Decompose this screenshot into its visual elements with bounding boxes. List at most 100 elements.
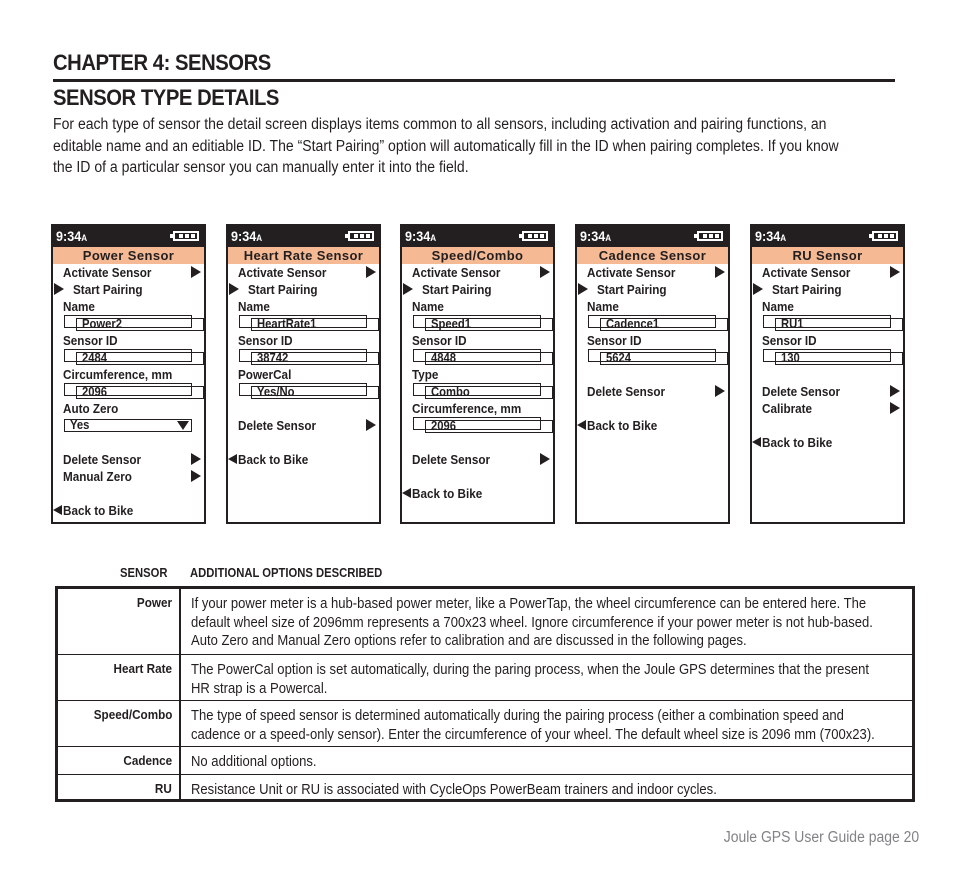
text-field[interactable]: 4848: [425, 352, 553, 365]
field-row: 5624: [588, 349, 728, 365]
field-label: Name: [752, 298, 903, 315]
table-header-sensor: SENSOR: [120, 566, 168, 580]
menu-item[interactable]: Delete Sensor: [752, 383, 903, 400]
back-to-bike-item[interactable]: Back to Bike: [577, 417, 728, 434]
start-pairing-item[interactable]: Start Pairing: [402, 281, 553, 298]
sensor-description: Resistance Unit or RU is associated with…: [191, 781, 911, 800]
text-field-value: Yes/No: [257, 385, 295, 399]
clock: 9:34A: [580, 228, 611, 244]
menu-item[interactable]: Delete Sensor: [402, 451, 553, 468]
text-field[interactable]: Power2: [76, 318, 204, 331]
field-label-text: Circumference, mm: [63, 367, 173, 382]
menu-item[interactable]: Activate Sensor: [577, 264, 728, 281]
field-label: Name: [577, 298, 728, 315]
battery-icon: [694, 231, 723, 241]
menu-item-label: Activate Sensor: [63, 265, 152, 280]
chevron-right-icon: [715, 266, 725, 278]
menu-item-label: Back to Bike: [587, 418, 658, 433]
text-field[interactable]: 130: [775, 352, 903, 365]
table-row: Heart Rate The PowerCal option is set aut…: [58, 654, 912, 701]
sensor-description: If your power meter is a hub-based power…: [191, 595, 911, 651]
screen-title: Cadence Sensor: [577, 247, 728, 264]
menu-item[interactable]: Manual Zero: [53, 468, 204, 485]
text-field[interactable]: RU1: [775, 318, 903, 331]
table-row: Power If your power meter is a hub-based …: [58, 589, 912, 654]
menu-item-label: Activate Sensor: [587, 265, 676, 280]
text-field[interactable]: Cadence1: [600, 318, 728, 331]
menu-item[interactable]: Activate Sensor: [752, 264, 903, 281]
text-field[interactable]: 5624: [600, 352, 728, 365]
menu-item-label: Activate Sensor: [412, 265, 501, 280]
text-field[interactable]: Combo: [425, 386, 553, 399]
menu-item-label: Delete Sensor: [238, 418, 317, 433]
field-label-text: Name: [412, 299, 444, 314]
start-pairing-item[interactable]: Start Pairing: [228, 281, 379, 298]
text-field-value: Speed1: [431, 317, 472, 331]
field-row: 2484: [64, 349, 204, 365]
text-field[interactable]: 2096: [425, 420, 553, 433]
description-line: Auto Zero and Manual Zero options refer …: [191, 633, 747, 649]
clock-ampm: A: [780, 233, 787, 243]
text-field[interactable]: 38742: [251, 352, 379, 365]
text-field[interactable]: Yes/No: [251, 386, 379, 399]
back-arrow-icon: [53, 505, 62, 515]
field-row: Yes/No: [239, 383, 379, 399]
menu-item[interactable]: Delete Sensor: [228, 417, 379, 434]
menu-item-label: Start Pairing: [422, 282, 492, 297]
menu-item-label: Delete Sensor: [762, 384, 841, 399]
field-label-text: Type: [412, 367, 439, 382]
selection-pointer-icon: [54, 283, 64, 295]
start-pairing-item[interactable]: Start Pairing: [53, 281, 204, 298]
back-to-bike-item[interactable]: Back to Bike: [752, 434, 903, 451]
menu-item-label: Back to Bike: [238, 452, 309, 467]
text-field[interactable]: 2096: [76, 386, 204, 399]
description-line: If your power meter is a hub-based power…: [191, 596, 867, 612]
field-label: Sensor ID: [53, 332, 204, 349]
description-line: No additional options.: [191, 754, 317, 770]
device-screen: 9:34A Heart Rate Sensor Activate Sensor Sta…: [226, 224, 381, 524]
back-to-bike-item[interactable]: Back to Bike: [228, 451, 379, 468]
menu-item[interactable]: Activate Sensor: [402, 264, 553, 281]
menu-item-label: Start Pairing: [73, 282, 143, 297]
back-to-bike-item[interactable]: Back to Bike: [402, 485, 553, 502]
menu-item[interactable]: Calibrate: [752, 400, 903, 417]
back-to-bike-item[interactable]: Back to Bike: [53, 502, 204, 519]
device-screen: 9:34A RU Sensor Activate Sensor Start Pairi…: [750, 224, 905, 524]
selection-pointer-icon: [578, 283, 588, 295]
start-pairing-item[interactable]: Start Pairing: [752, 281, 903, 298]
options-table: Power If your power meter is a hub-based …: [55, 586, 915, 802]
chevron-right-icon: [191, 470, 201, 482]
chevron-right-icon: [715, 385, 725, 397]
clock-time: 9:34: [56, 228, 82, 244]
field-label-text: Sensor ID: [238, 333, 293, 348]
text-field[interactable]: Speed1: [425, 318, 553, 331]
menu-item[interactable]: Delete Sensor: [577, 383, 728, 400]
field-label: Name: [228, 298, 379, 315]
menu-item[interactable]: Activate Sensor: [228, 264, 379, 281]
sensor-name: Cadence: [123, 753, 172, 768]
field-row: 38742: [239, 349, 379, 365]
sensor-description: The PowerCal option is set automatically…: [191, 661, 911, 698]
start-pairing-item[interactable]: Start Pairing: [577, 281, 728, 298]
chevron-right-icon: [191, 266, 201, 278]
text-field[interactable]: 2484: [76, 352, 204, 365]
page-footer: Joule GPS User Guide page 20: [723, 829, 919, 846]
status-bar: 9:34A: [228, 226, 379, 247]
field-label-text: PowerCal: [238, 367, 292, 382]
text-field[interactable]: HeartRate1: [251, 318, 379, 331]
menu-item[interactable]: Delete Sensor: [53, 451, 204, 468]
dropdown-select[interactable]: Yes: [64, 419, 192, 432]
back-arrow-icon: [752, 437, 761, 447]
field-label-text: Sensor ID: [412, 333, 467, 348]
menu-item[interactable]: Activate Sensor: [53, 264, 204, 281]
text-field-value: Power2: [82, 317, 123, 331]
sensor-name: Speed/Combo: [93, 707, 172, 722]
menu-item-label: Delete Sensor: [587, 384, 666, 399]
intro-line: the ID of a particular sensor you can ma…: [53, 159, 469, 176]
section-title: SENSOR TYPE DETAILS: [53, 85, 279, 110]
menu-item-label: Calibrate: [762, 401, 813, 416]
field-row: RU1: [763, 315, 903, 331]
